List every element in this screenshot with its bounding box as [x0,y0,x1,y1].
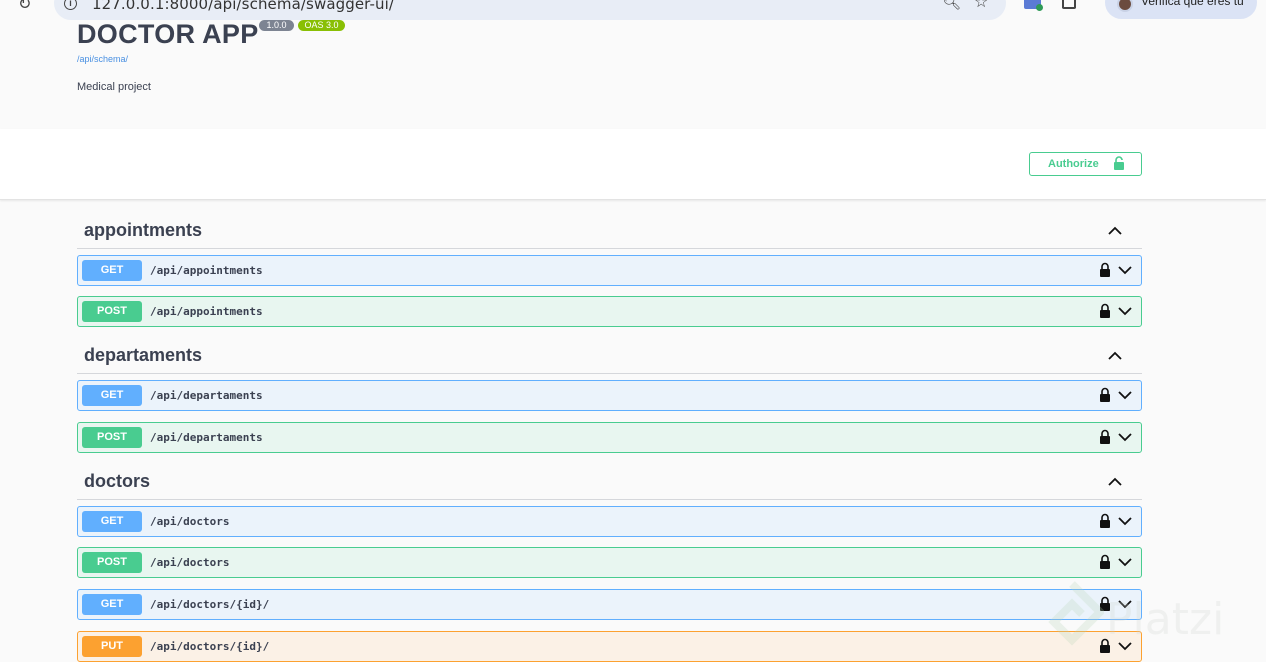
operation-get-row[interactable]: GET/api/doctors [77,506,1142,537]
operation-put-row[interactable]: PUT/api/doctors/{id}/ [77,631,1142,662]
bookmark-star-icon[interactable]: ☆ [974,0,988,12]
operation-path: /api/doctors [150,515,230,528]
operation-get-row[interactable]: GET/api/doctors/{id}/ [77,589,1142,620]
watermark-text: Platzi [1106,594,1225,645]
chevron-up-icon[interactable] [1105,346,1125,366]
operation-get-row[interactable]: GET/api/departaments [77,380,1142,411]
method-badge: POST [82,552,142,573]
translate-extension-icon[interactable] [1024,0,1043,11]
page-title: DOCTOR APP [77,19,259,49]
chevron-down-icon[interactable] [1116,429,1134,445]
operation-post-row[interactable]: POST/api/doctors [77,547,1142,578]
method-badge: GET [82,260,142,281]
site-info-icon[interactable]: i [64,0,77,10]
lock-icon[interactable] [1099,554,1111,569]
authorize-button[interactable]: Authorize [1029,152,1142,176]
api-description: Medical project [77,81,151,93]
method-badge: GET [82,594,142,615]
lock-icon[interactable] [1099,262,1111,277]
lock-icon[interactable] [1099,303,1111,318]
lock-icon[interactable] [1099,429,1111,444]
api-info: DOCTOR APP 1.0.0 OAS 3.0 /api/schema/ Me… [0,19,1266,129]
operation-path: /api/doctors [150,556,230,569]
profile-button[interactable]: Verifica que eres tú [1105,0,1257,19]
tag-name: appointments [84,220,203,240]
method-badge: PUT [82,636,142,657]
reload-icon[interactable]: ↻ [18,0,31,13]
tag-name: departaments [84,345,203,365]
operation-path: /api/departaments [150,389,263,402]
chevron-down-icon[interactable] [1116,554,1134,570]
operation-path: /api/appointments [150,305,263,318]
platzi-watermark: Platzi [1040,580,1266,656]
lock-icon[interactable] [1099,513,1111,528]
profile-text: Verifica que eres tú [1141,0,1244,8]
schema-link[interactable]: /api/schema/ [77,54,128,64]
avatar [1117,0,1133,12]
operation-path: /api/doctors/{id}/ [150,598,270,611]
operation-post-row[interactable]: POST/api/departaments [77,422,1142,453]
address-bar-url[interactable]: 127.0.0.1:8000/api/schema/swagger-ui/ [92,0,394,13]
tag-header-departaments[interactable]: departaments [77,338,1142,374]
operation-path: /api/departaments [150,431,263,444]
version-badge: 1.0.0 [259,20,294,31]
scheme-container: Authorize [0,129,1266,200]
operation-path: /api/doctors/{id}/ [150,640,270,653]
lock-icon[interactable] [1099,387,1111,402]
method-badge: POST [82,427,142,448]
authorize-label: Authorize [1048,158,1099,170]
chevron-down-icon[interactable] [1116,513,1134,529]
chevron-up-icon[interactable] [1105,472,1125,492]
chevron-down-icon[interactable] [1116,262,1134,278]
method-badge: GET [82,385,142,406]
operation-get-row[interactable]: GET/api/appointments [77,255,1142,286]
tag-header-doctors[interactable]: doctors [77,464,1142,500]
unlock-icon [1114,156,1124,170]
method-badge: POST [82,301,142,322]
method-badge: GET [82,511,142,532]
chevron-down-icon[interactable] [1116,387,1134,403]
operation-path: /api/appointments [150,264,263,277]
extensions-puzzle-icon[interactable] [1062,0,1076,9]
oas-badge: OAS 3.0 [298,20,345,31]
zoom-icon[interactable]: 🔍︎ [942,0,961,11]
operation-post-row[interactable]: POST/api/appointments [77,296,1142,327]
address-bar[interactable]: i 127.0.0.1:8000/api/schema/swagger-ui/ … [54,0,1006,20]
chevron-down-icon[interactable] [1116,303,1134,319]
platzi-logo-icon [1048,581,1104,646]
tag-name: doctors [84,471,151,491]
tag-header-appointments[interactable]: appointments [77,213,1142,249]
chevron-up-icon[interactable] [1105,221,1125,241]
